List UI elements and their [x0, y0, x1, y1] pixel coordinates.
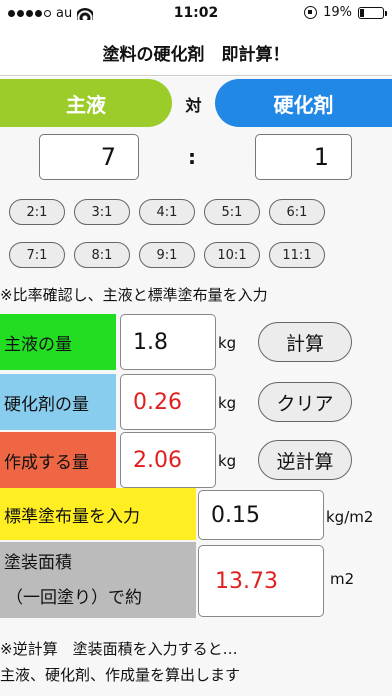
- area-label-line1: 塗装面積: [4, 553, 72, 573]
- nav-header: 塗料の硬化剤 即計算！: [0, 30, 392, 76]
- reverse-note-2: 主液、硬化剤、作成量を算出します: [0, 666, 241, 684]
- status-bar: au 11:02 19%: [0, 0, 392, 28]
- versus-label: 対: [185, 96, 202, 115]
- ratio-colon: :: [188, 145, 196, 169]
- battery-icon: [358, 6, 387, 19]
- preset-8-1-button[interactable]: 8:1: [74, 242, 130, 268]
- page-title: 塗料の硬化剤 即計算！: [102, 45, 290, 65]
- hardener-amount-output: 0.26: [120, 374, 216, 430]
- rotation-lock-icon: [304, 6, 318, 19]
- clear-button[interactable]: クリア: [258, 382, 352, 422]
- coverage-label: 標準塗布量を入力: [0, 488, 196, 540]
- coverage-input[interactable]: 0.15: [198, 490, 324, 540]
- total-amount-unit: kg: [218, 452, 237, 470]
- reverse-note-1: ※逆計算 塗装面積を入力すると…: [0, 640, 238, 658]
- area-label-line2: （一回塗り）で約: [6, 588, 142, 608]
- main-amount-unit: kg: [218, 334, 237, 352]
- total-amount-label: 作成する量: [0, 432, 116, 488]
- total-amount-output: 2.06: [120, 432, 216, 488]
- coverage-unit: kg/m2: [326, 508, 374, 526]
- main-liquid-button[interactable]: 主液: [0, 79, 172, 127]
- preset-3-1-button[interactable]: 3:1: [74, 199, 130, 225]
- area-label: 塗装面積 （一回塗り）で約: [0, 542, 196, 618]
- reverse-calculate-button[interactable]: 逆計算: [258, 440, 352, 480]
- area-unit: m2: [330, 570, 355, 588]
- status-right: 19%: [304, 5, 387, 20]
- hardener-amount-unit: kg: [218, 394, 237, 412]
- preset-5-1-button[interactable]: 5:1: [204, 199, 260, 225]
- preset-10-1-button[interactable]: 10:1: [204, 242, 260, 268]
- instruction-note: ※比率確認し、主液と標準塗布量を入力: [0, 286, 268, 304]
- hardener-amount-label: 硬化剤の量: [0, 374, 116, 430]
- preset-6-1-button[interactable]: 6:1: [269, 199, 325, 225]
- battery-percent: 19%: [323, 5, 352, 20]
- main-amount-label: 主液の量: [0, 314, 116, 370]
- preset-2-1-button[interactable]: 2:1: [9, 199, 65, 225]
- preset-11-1-button[interactable]: 11:1: [269, 242, 325, 268]
- hardener-button[interactable]: 硬化剤: [215, 79, 392, 127]
- calculate-button[interactable]: 計算: [258, 322, 352, 362]
- area-input[interactable]: 13.73: [198, 545, 324, 617]
- main-amount-input[interactable]: 1.8: [120, 314, 216, 370]
- preset-7-1-button[interactable]: 7:1: [9, 242, 65, 268]
- main-ratio-input[interactable]: 7: [39, 134, 139, 180]
- hardener-ratio-input[interactable]: 1: [255, 134, 352, 180]
- preset-4-1-button[interactable]: 4:1: [139, 199, 195, 225]
- preset-9-1-button[interactable]: 9:1: [139, 242, 195, 268]
